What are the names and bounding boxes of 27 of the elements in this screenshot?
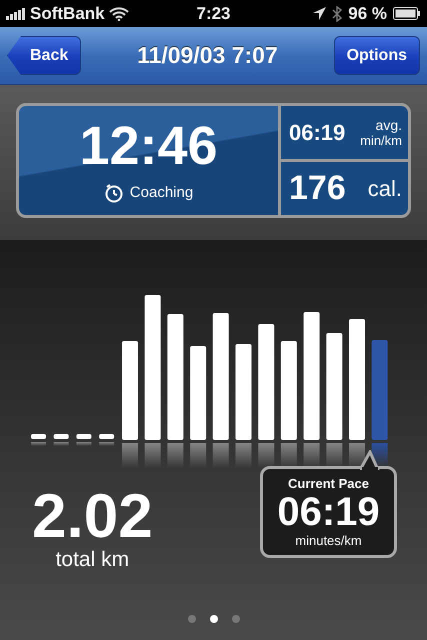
current-pace-unit: minutes/km xyxy=(295,533,362,548)
distance-unit: total km xyxy=(56,548,130,572)
calories-value: 176 xyxy=(289,169,346,208)
avg-label: avg. xyxy=(376,117,402,133)
distance-value: 2.02 xyxy=(32,486,153,548)
coaching-label: Coaching xyxy=(130,184,194,201)
duration-value: 12:46 xyxy=(79,118,218,172)
wifi-icon xyxy=(108,6,129,20)
avg-pace-value: 06:19 xyxy=(289,120,346,146)
calories-unit: cal. xyxy=(368,176,402,202)
bluetooth-icon xyxy=(332,6,342,22)
location-arrow-icon xyxy=(313,7,326,20)
options-button[interactable]: Options xyxy=(334,36,420,75)
carrier-name: SoftBank xyxy=(30,4,105,24)
battery-percent: 96 % xyxy=(348,4,387,24)
pace-unit: min/km xyxy=(360,133,402,148)
current-pace-title: Current Pace xyxy=(288,476,369,491)
battery-icon xyxy=(393,7,421,20)
nav-title: 11/09/03 7:07 xyxy=(137,42,278,69)
page-dot[interactable] xyxy=(232,615,240,623)
page-dot[interactable] xyxy=(210,615,218,623)
current-pace-value: 06:19 xyxy=(277,491,380,533)
signal-icon xyxy=(6,8,26,20)
page-dot[interactable] xyxy=(188,615,196,623)
back-button[interactable]: Back xyxy=(7,36,82,75)
stopwatch-icon xyxy=(104,182,124,202)
clock-time: 7:23 xyxy=(196,4,231,24)
